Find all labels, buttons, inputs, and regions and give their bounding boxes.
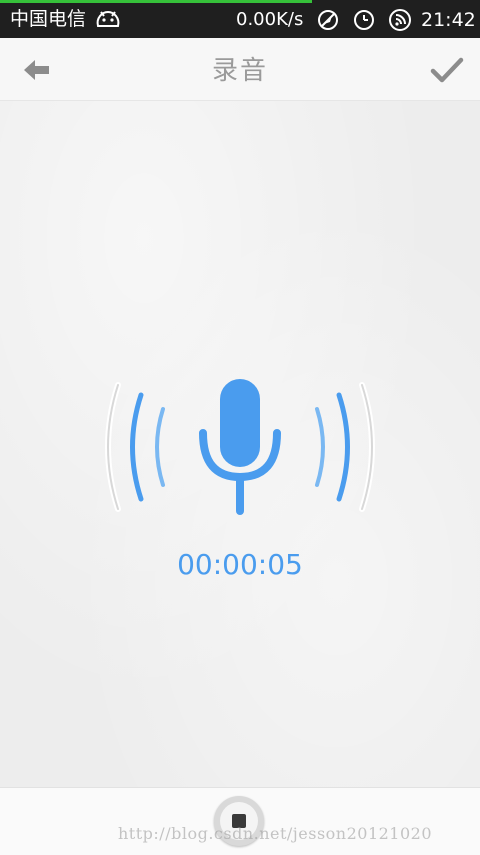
confirm-button[interactable]	[426, 52, 468, 88]
page-title: 录音	[211, 56, 268, 86]
android-notification-icon	[96, 10, 120, 27]
bottom-bar: http://blog.csdn.net/jesson20121020	[0, 787, 480, 855]
alarm-clock-icon	[354, 10, 374, 30]
network-speed: 0.00K/s	[236, 9, 304, 30]
action-bar: 录音	[0, 38, 480, 101]
elapsed-time: 00:00:05	[177, 548, 303, 581]
no-location-icon	[318, 10, 338, 30]
watermark-text: http://blog.csdn.net/jesson20121020	[118, 824, 433, 843]
microphone-icon	[105, 379, 375, 515]
checkmark-icon	[430, 57, 464, 83]
carrier-name: 中国电信	[10, 8, 87, 30]
status-clock: 21:42	[421, 9, 476, 31]
recording-area: 00:00:05	[0, 101, 480, 787]
status-bar: 中国电信 0.00K/s 21:42	[0, 0, 480, 38]
download-progress-bar	[0, 0, 312, 3]
wifi-signal-icon	[389, 9, 411, 31]
